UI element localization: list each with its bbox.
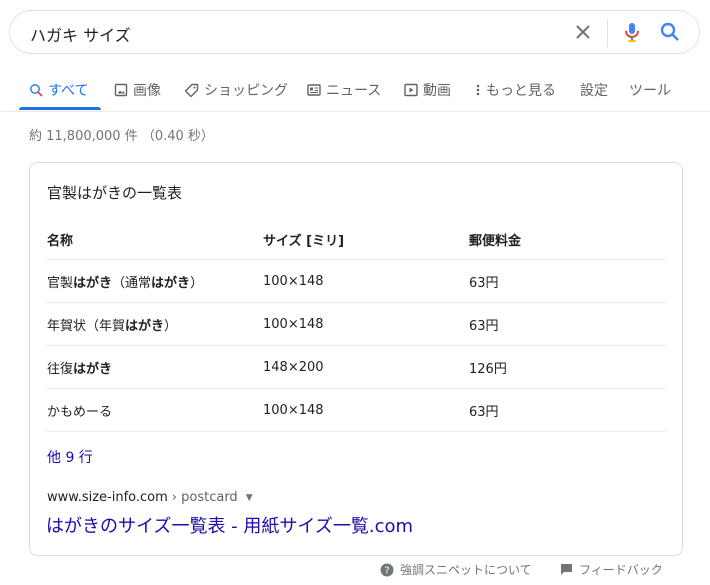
column-header: 名称	[46, 219, 262, 260]
table-cell: 63円	[468, 259, 666, 303]
tab-images[interactable]: 画像	[114, 80, 161, 100]
tab-label: ツール	[629, 83, 671, 99]
cite-path: › postcard	[171, 490, 238, 505]
clear-icon[interactable]	[571, 20, 595, 44]
result-cite: www.size-info.com › postcard ▼	[47, 490, 253, 505]
more-vert-icon	[476, 84, 480, 96]
table-cell: かもめーる	[46, 388, 262, 432]
table-cell: 官製はがき（通常はがき）	[46, 259, 262, 303]
feedback-icon	[561, 564, 572, 575]
tab-settings[interactable]: 設定	[580, 80, 608, 100]
tab-label: すべて	[48, 83, 89, 99]
table-cell: 100×148	[262, 259, 468, 303]
svg-text:?: ?	[384, 565, 389, 576]
search-bar[interactable]: ハガキ サイズ	[9, 10, 700, 54]
tab-more[interactable]: もっと見る	[475, 80, 556, 100]
table-cell: 100×148	[262, 302, 468, 346]
table-cell: 126円	[468, 345, 666, 389]
microphone-icon[interactable]	[620, 20, 644, 44]
result-stats: 約 11,800,000 件 （0.40 秒）	[29, 129, 214, 144]
tab-tools[interactable]: ツール	[629, 80, 671, 100]
tab-news[interactable]: ニュース	[307, 80, 381, 100]
table-cell: 年賀状（年賀はがき）	[46, 302, 262, 346]
search-icon	[30, 84, 43, 97]
cite-domain: www.size-info.com	[47, 490, 168, 505]
column-header: サイズ [ミリ]	[262, 219, 468, 260]
table-cell: 100×148	[262, 388, 468, 432]
active-tab-indicator	[19, 107, 101, 110]
search-input[interactable]: ハガキ サイズ	[30, 22, 131, 46]
feedback-link[interactable]: フィードバック	[560, 561, 663, 578]
tab-videos[interactable]: 動画	[404, 80, 451, 100]
tab-label: ショッピング	[204, 83, 288, 99]
more-rows-link[interactable]: 他 9 行	[47, 447, 93, 467]
about-snippets-link[interactable]: ? 強調スニペットについて	[380, 561, 532, 578]
featured-snippet: 官製はがきの一覧表 名称 サイズ [ミリ] 郵便料金 官製はがき（通常はがき） …	[29, 162, 683, 556]
feedback-label: フィードバック	[579, 563, 663, 577]
table-cell: 往復はがき	[46, 345, 262, 389]
table-cell: 63円	[468, 302, 666, 346]
tag-icon	[184, 83, 199, 97]
news-icon	[307, 84, 321, 96]
snippet-title: 官製はがきの一覧表	[47, 184, 183, 202]
column-header: 郵便料金	[468, 219, 666, 260]
table-cell: 148×200	[262, 345, 468, 389]
table-cell: 63円	[468, 388, 666, 432]
tab-label: 動画	[423, 83, 451, 99]
caret-down-icon[interactable]: ▼	[246, 493, 253, 503]
table-row: かもめーる 100×148 63円	[46, 388, 666, 432]
tabs-divider	[0, 111, 710, 112]
tab-all[interactable]: すべて	[29, 80, 88, 100]
tab-label: もっと見る	[486, 83, 556, 99]
table-header-row: 名称 サイズ [ミリ] 郵便料金	[46, 219, 666, 260]
about-snippets-label: 強調スニペットについて	[400, 563, 532, 577]
searchbar-divider	[607, 19, 608, 47]
tab-label: ニュース	[326, 83, 382, 99]
table-row: 往復はがき 148×200 126円	[46, 345, 666, 389]
table-row: 官製はがき（通常はがき） 100×148 63円	[46, 259, 666, 303]
image-icon	[114, 83, 128, 97]
tab-label: 画像	[133, 83, 161, 99]
snippet-table: 名称 サイズ [ミリ] 郵便料金 官製はがき（通常はがき） 100×148 63…	[46, 219, 666, 432]
help-icon: ?	[380, 563, 394, 576]
video-icon	[404, 83, 418, 97]
tab-shopping[interactable]: ショッピング	[184, 80, 288, 100]
search-tabs: すべて 画像 ショッピング ニュース 動画 もっと見る 設定 ツール	[0, 66, 710, 112]
search-icon[interactable]	[658, 20, 682, 44]
result-title-link[interactable]: はがきのサイズ一覧表 - 用紙サイズ一覧.com	[46, 512, 413, 538]
table-row: 年賀状（年賀はがき） 100×148 63円	[46, 302, 666, 346]
tab-label: 設定	[580, 83, 608, 99]
